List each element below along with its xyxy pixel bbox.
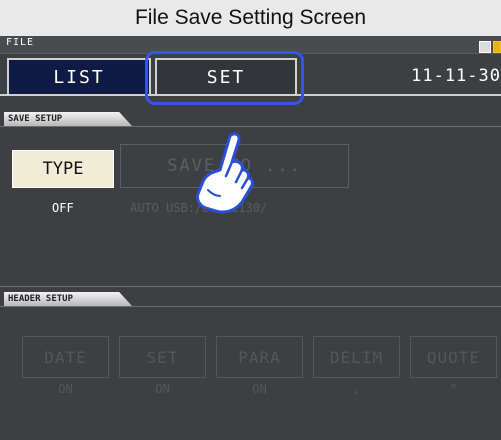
date-display: 11-11-30: [411, 66, 501, 86]
screen-title: FILE: [6, 37, 35, 48]
set-tab-highlight: [145, 51, 304, 105]
para-value: ON: [252, 382, 267, 396]
tab-list[interactable]: LIST: [7, 58, 151, 96]
set-button[interactable]: SET: [119, 336, 206, 378]
para-button[interactable]: PARA: [216, 336, 303, 378]
status-icons: [477, 38, 501, 57]
figure-caption: File Save Setting Screen: [0, 0, 501, 36]
type-value: OFF: [52, 201, 74, 215]
quote-value: ": [449, 382, 458, 396]
pointing-hand-icon: [196, 132, 254, 214]
quote-button[interactable]: QUOTE: [410, 336, 497, 378]
header-setup-divider: [0, 306, 501, 307]
save-setup-label: SAVE SETUP: [4, 112, 132, 126]
save-setup-divider: [0, 126, 501, 127]
type-button[interactable]: TYPE: [12, 150, 114, 188]
set-value: ON: [155, 382, 170, 396]
date-value: ON: [58, 382, 73, 396]
device-screen: FILE LIST SET 11-11-30 SAVE SETUP TYPE S…: [0, 36, 501, 440]
header-setup-label: HEADER SETUP: [4, 292, 132, 306]
date-button[interactable]: DATE: [22, 336, 109, 378]
delim-value: ,: [352, 382, 361, 396]
status-bar-icon: [493, 41, 501, 53]
delim-button[interactable]: DELIM: [313, 336, 400, 378]
status-square-icon: [479, 41, 491, 53]
manual-figure: File Save Setting Screen FILE LIST SET 1…: [0, 0, 501, 440]
header-setup-divider-top: [0, 286, 501, 287]
